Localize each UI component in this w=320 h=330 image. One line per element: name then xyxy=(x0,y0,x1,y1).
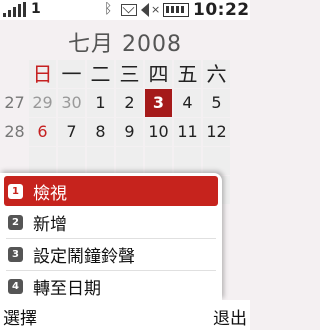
day-cell-hidden xyxy=(145,147,172,175)
day-cell[interactable]: 4 xyxy=(174,89,201,117)
day-cell-hidden xyxy=(203,147,230,175)
week-row: 28 6 7 8 9 10 11 12 xyxy=(0,118,250,147)
clock: 10:22 xyxy=(193,0,250,20)
menu-item-go-to-date[interactable]: 4 轉至日期 xyxy=(4,271,218,301)
day-cell[interactable]: 8 xyxy=(87,118,114,146)
softkey-bar: 選擇 退出 xyxy=(0,300,250,330)
week-row: 27 29 30 1 2 3 4 5 xyxy=(0,89,250,118)
day-cell[interactable]: 6 xyxy=(29,118,56,146)
battery-icon xyxy=(163,3,189,17)
day-cell-hidden xyxy=(87,147,114,175)
bluetooth-icon: ᛒ xyxy=(104,1,113,17)
mute-x-icon: × xyxy=(151,3,161,16)
weekday-header: 二 xyxy=(87,60,114,88)
menu-item-set-alarm[interactable]: 3 設定鬧鐘鈴聲 xyxy=(4,239,218,269)
week-row xyxy=(0,147,250,176)
day-cell[interactable]: 11 xyxy=(174,118,201,146)
menu-item-label: 轉至日期 xyxy=(33,278,101,299)
day-cell[interactable]: 5 xyxy=(203,89,230,117)
menu-item-label: 設定鬧鐘鈴聲 xyxy=(33,246,135,267)
day-cell-hidden xyxy=(116,147,143,175)
day-cell[interactable]: 2 xyxy=(116,89,143,117)
menu-item-label: 新增 xyxy=(33,214,67,235)
day-cell-today[interactable]: 3 xyxy=(145,89,172,117)
status-bar: 1 ᛒ × 10:22 xyxy=(0,0,250,20)
exit-softkey[interactable]: 退出 xyxy=(213,304,247,329)
day-cell[interactable]: 10 xyxy=(145,118,172,146)
day-cell[interactable]: 12 xyxy=(203,118,230,146)
menu-item-number: 1 xyxy=(8,183,23,199)
mute-icon xyxy=(141,3,149,17)
menu-item-number: 4 xyxy=(8,278,23,294)
week-number: 27 xyxy=(4,93,25,112)
day-cell-hidden xyxy=(58,147,85,175)
line-indicator: 1 xyxy=(31,1,41,17)
day-cell-hidden xyxy=(174,147,201,175)
menu-item-add[interactable]: 2 新增 xyxy=(4,207,218,237)
signal-icon xyxy=(3,2,29,17)
weekday-header: 六 xyxy=(203,60,230,88)
weekday-header: 四 xyxy=(145,60,172,88)
day-cell[interactable]: 9 xyxy=(116,118,143,146)
menu-item-view[interactable]: 1 檢視 xyxy=(4,176,218,206)
day-cell-hidden xyxy=(29,147,56,175)
day-cell[interactable]: 29 xyxy=(29,89,56,117)
weekday-header: 日 xyxy=(29,60,56,88)
day-cell[interactable]: 1 xyxy=(87,89,114,117)
menu-item-number: 3 xyxy=(8,246,23,262)
day-cell[interactable]: 30 xyxy=(58,89,85,117)
weekday-header-row: 日 一 二 三 四 五 六 xyxy=(0,60,250,89)
weekday-header: 三 xyxy=(116,60,143,88)
weekday-header: 一 xyxy=(58,60,85,88)
week-number-hidden xyxy=(1,147,28,175)
month-title: 七月 2008 xyxy=(68,32,182,57)
options-menu: 1 檢視 2 新增 3 設定鬧鐘鈴聲 4 轉至日期 xyxy=(0,173,222,300)
menu-item-label: 檢視 xyxy=(33,183,67,204)
mail-icon xyxy=(121,4,137,16)
weekday-header: 五 xyxy=(174,60,201,88)
select-softkey[interactable]: 選擇 xyxy=(3,304,37,329)
day-cell[interactable]: 7 xyxy=(58,118,85,146)
menu-item-number: 2 xyxy=(8,214,23,230)
week-number: 28 xyxy=(4,122,25,141)
